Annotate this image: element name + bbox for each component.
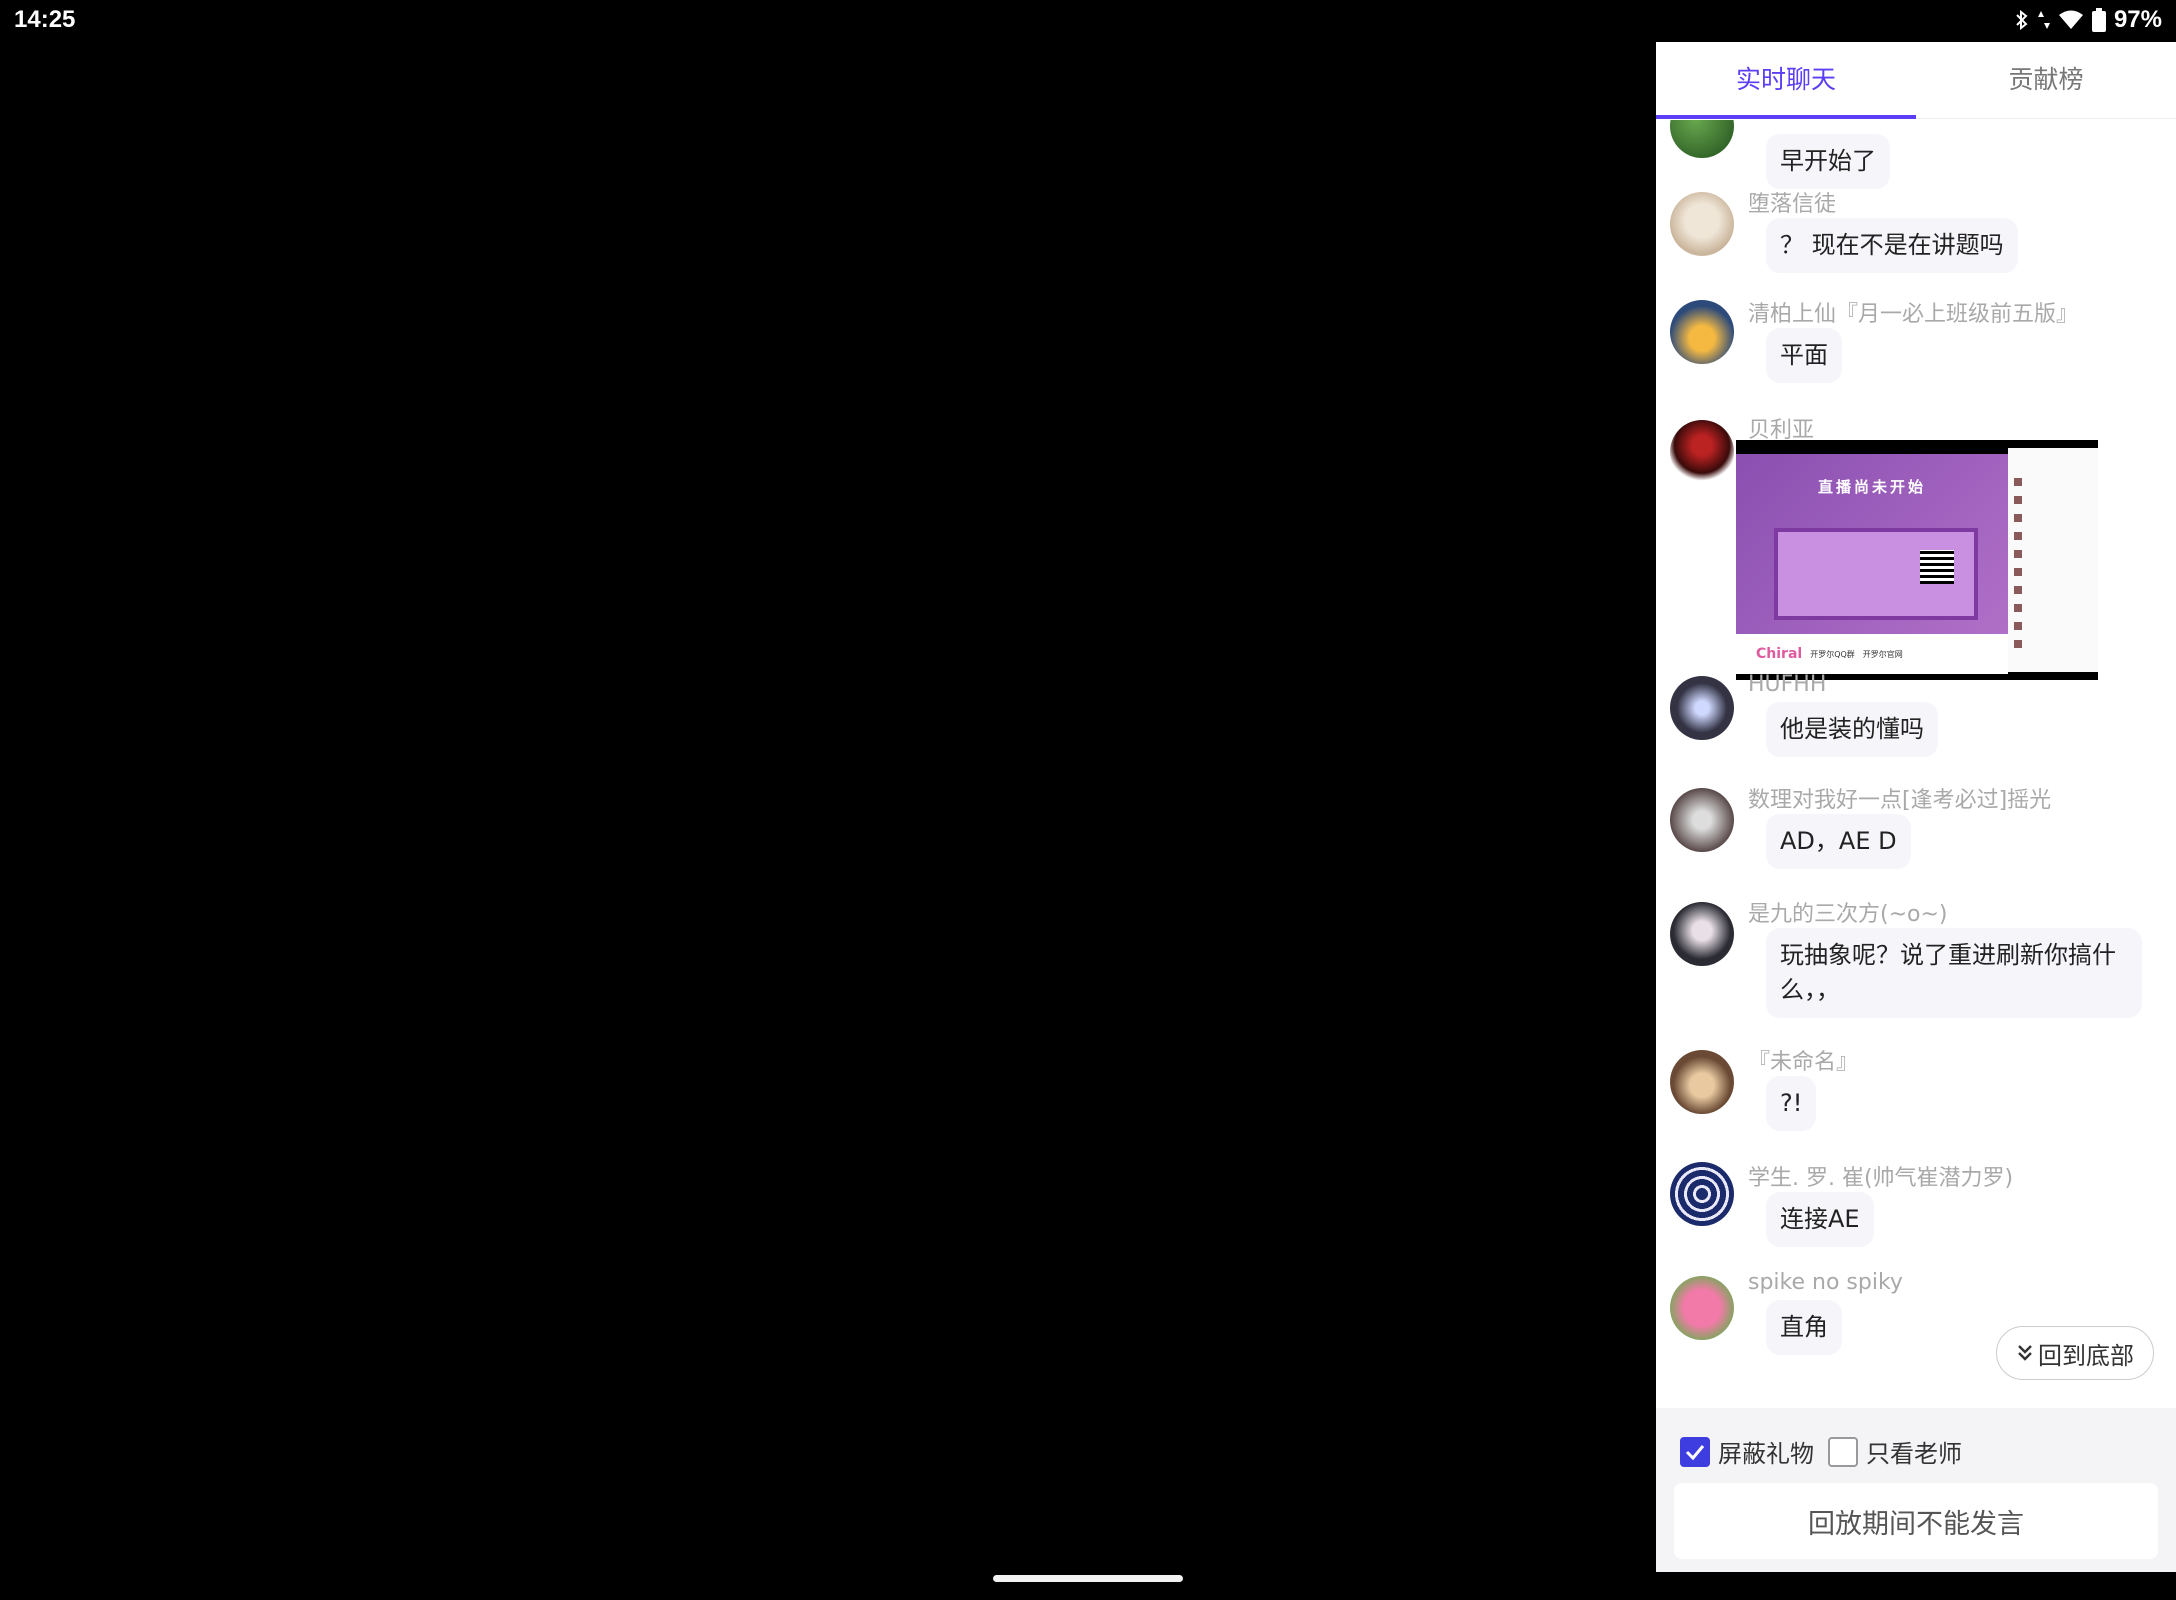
chat-input-disabled: 回放期间不能发言: [1674, 1483, 2158, 1559]
block-gifts-checkbox[interactable]: [1680, 1436, 1710, 1467]
tab-contribution-rank[interactable]: 贡献榜: [1916, 42, 2176, 118]
avatar[interactable]: [1670, 120, 1734, 158]
wifi-icon: [2058, 10, 2083, 29]
double-chevron-down-icon: [2018, 1345, 2032, 1361]
username: 清柏上仙『月一必上班级前五版』: [1748, 302, 2079, 327]
image-stream-preview: 直播尚未开始: [1736, 454, 2008, 634]
message-bubble: ?!: [1766, 1076, 1817, 1131]
message-bubble: ？ 现在不是在讲题吗: [1766, 218, 2018, 273]
battery-icon: [2091, 8, 2106, 32]
message-bubble: 早开始了: [1766, 134, 1890, 189]
image-chat-avatars: [2014, 478, 2022, 658]
chat-filters: 屏蔽礼物 只看老师: [1680, 1434, 1962, 1469]
image-qr-caption: 开罗尔QQ群: [1810, 649, 1855, 659]
block-gifts-label[interactable]: 屏蔽礼物: [1718, 1434, 1814, 1469]
check-icon: [1685, 1444, 1705, 1460]
chat-footer: 屏蔽礼物 只看老师 回放期间不能发言: [1656, 1408, 2176, 1572]
image-stream-title: 直播尚未开始: [1817, 478, 1926, 496]
avatar[interactable]: [1670, 676, 1734, 740]
username: 是九的三次方(~o~): [1748, 902, 1948, 927]
status-bar: 14:25 97%: [0, 0, 2176, 42]
message-image[interactable]: 直播尚未开始 Chiral 开罗尔QQ群 开罗尔官网: [1736, 440, 2098, 680]
message-bubble: 直角: [1766, 1300, 1842, 1355]
panel-tabs: 实时聊天 贡献榜: [1656, 42, 2176, 119]
image-brand-logo: Chiral: [1756, 646, 1803, 662]
message-bubble: AD，AE D: [1766, 814, 1911, 869]
message-bubble: 玩抽象呢？说了重进刷新你搞什么，，: [1766, 928, 2142, 1018]
message-bubble: 连接AE: [1766, 1192, 1874, 1247]
back-to-bottom-label: 回到底部: [2038, 1341, 2134, 1370]
username: 学生. 罗. 崔(帅气崔潜力罗): [1748, 1166, 2014, 1191]
chat-panel: 实时聊天 贡献榜 早开始了 堕落信徒 ？ 现在不是在讲题吗 清柏上仙『月一必上班…: [1656, 42, 2176, 1572]
username: 堕落信徒: [1748, 192, 1837, 217]
message-bubble: 他是装的懂吗: [1766, 702, 1938, 757]
avatar[interactable]: [1670, 192, 1734, 256]
username: spike no spiky: [1748, 1270, 1903, 1295]
image-side-panel: [2008, 448, 2098, 672]
active-tab-indicator: [1656, 115, 1916, 119]
back-to-bottom-button[interactable]: 回到底部: [1996, 1326, 2154, 1380]
image-qr-code: [1920, 550, 1954, 584]
image-site-caption: 开罗尔官网: [1862, 649, 1903, 659]
avatar[interactable]: [1670, 420, 1734, 484]
avatar[interactable]: [1670, 1162, 1734, 1226]
message-bubble: 平面: [1766, 328, 1842, 383]
avatar[interactable]: [1670, 788, 1734, 852]
teacher-only-label[interactable]: 只看老师: [1866, 1434, 1962, 1469]
teacher-only-checkbox[interactable]: [1828, 1436, 1858, 1467]
username: HUFHH: [1748, 672, 1827, 697]
status-time: 14:25: [14, 6, 76, 33]
avatar[interactable]: [1670, 1050, 1734, 1114]
avatar[interactable]: [1670, 1276, 1734, 1340]
data-arrows-icon: [2037, 11, 2050, 29]
image-footer-strip: Chiral 开罗尔QQ群 开罗尔官网: [1736, 634, 2008, 674]
image-stream-illustration: [1774, 528, 1978, 620]
home-indicator[interactable]: [993, 1575, 1183, 1582]
username: 数理对我好一点[逢考必过]摇光: [1748, 788, 2052, 813]
bluetooth-icon: [2016, 9, 2028, 31]
video-player-area[interactable]: [0, 42, 1656, 1600]
username: 『未命名』: [1748, 1050, 1859, 1075]
status-icons: 97%: [2014, 6, 2162, 34]
chat-message-list[interactable]: 早开始了 堕落信徒 ？ 现在不是在讲题吗 清柏上仙『月一必上班级前五版』 平面 …: [1656, 120, 2176, 1408]
avatar[interactable]: [1670, 902, 1734, 966]
tab-live-chat[interactable]: 实时聊天: [1656, 42, 1916, 118]
avatar[interactable]: [1670, 300, 1734, 364]
battery-percent: 97%: [2113, 6, 2162, 33]
